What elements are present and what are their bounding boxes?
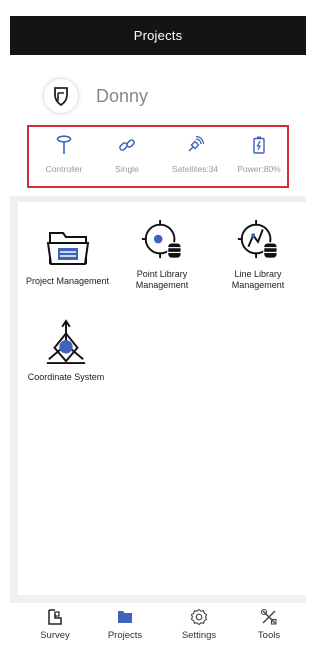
tile-label: Point Library Management [135,269,189,290]
nav-survey[interactable]: Survey [18,607,92,647]
status-label: Satellites:34 [171,164,219,174]
app-screen: Projects Donny Controller Single Satelli… [0,0,306,650]
nav-label: Survey [40,630,70,641]
link-icon [117,135,137,155]
status-power[interactable]: Power:80% [224,127,294,186]
nav-settings[interactable]: Settings [162,607,236,647]
status-link[interactable]: Single [92,127,162,186]
tile-label: Project Management [25,276,110,286]
status-controller[interactable]: Controller [29,127,99,186]
nav-divider [10,595,306,603]
status-label: Single [115,164,139,174]
tile-label: Line Library Management [231,269,285,290]
point-library-tile[interactable]: Point Library Management [120,218,204,290]
status-label: Power:80% [237,164,281,174]
folder-icon [46,225,90,269]
coordinate-system-icon [44,319,88,365]
nav-label: Settings [181,630,217,641]
project-management-tile[interactable]: Project Management [10,225,125,287]
survey-icon [45,607,65,627]
user-profile[interactable]: Donny [43,77,148,115]
coordinate-system-tile[interactable]: Coordinate System [14,319,118,383]
page-title: Projects [133,28,183,43]
device-status-panel: Controller Single Satellites:34 Power:80… [27,125,289,188]
nav-tools[interactable]: Tools [232,607,306,647]
satellite-icon [185,135,205,155]
logo-shield-icon [54,87,68,106]
nav-label: Projects [107,630,143,641]
antenna-icon [54,135,74,155]
projects-icon [115,607,135,627]
settings-icon [189,607,209,627]
section-divider [10,196,306,202]
user-name: Donny [96,85,149,106]
nav-label: Tools [257,630,281,641]
tile-label: Coordinate System [27,372,105,382]
tools-icon [259,607,279,627]
bottom-nav: Survey Projects Settings Tools [10,603,306,650]
status-label: Controller [45,164,83,174]
title-bar: Projects [10,16,306,55]
status-satellites[interactable]: Satellites:34 [160,127,230,186]
line-library-tile[interactable]: Line Library Management [220,218,296,290]
battery-icon [249,135,269,155]
nav-projects[interactable]: Projects [88,607,162,647]
line-library-icon [236,218,280,262]
point-library-icon [140,218,184,262]
avatar[interactable] [43,78,79,114]
